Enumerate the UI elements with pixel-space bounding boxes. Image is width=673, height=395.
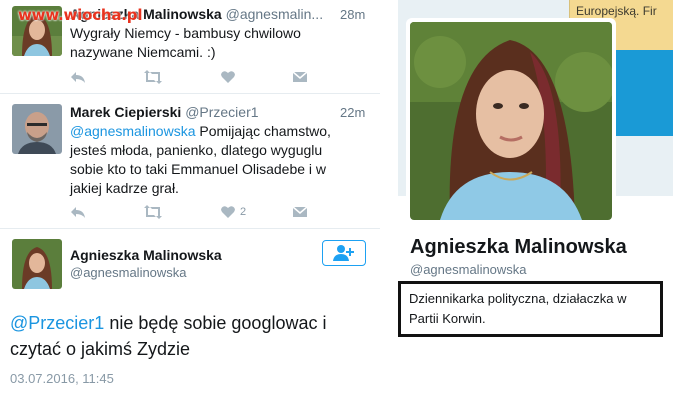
like-icon: [221, 71, 235, 83]
dm-button[interactable]: [292, 69, 308, 85]
tweet-header: Marek Ciepierski @Przecier1: [70, 104, 259, 120]
focused-tweet-text: @Przecier1 nie będę sobie googlowac i cz…: [10, 310, 326, 362]
tweet-text-line: @Przecier1 nie będę sobie googlowac i: [10, 310, 326, 336]
tweet-text: Wygrały Niemcy - bambusy chwilowo nazywa…: [70, 24, 301, 62]
tweet-text-line: @agnesmalinowska Pomijając chamstwo,: [70, 122, 331, 141]
tweet-actions: 2: [70, 204, 310, 220]
follow-icon: [333, 245, 354, 261]
tweet-time[interactable]: 22m: [340, 105, 365, 120]
follow-button[interactable]: [322, 240, 366, 266]
tweet-text: @agnesmalinowska Pomijając chamstwo, jes…: [70, 122, 331, 198]
reply-button[interactable]: [70, 204, 86, 220]
retweet-button[interactable]: [144, 204, 162, 220]
profile-bio: Dziennikarka polityczna, działaczka w Pa…: [398, 281, 663, 337]
watermark: www.wiocha.pl: [18, 6, 143, 24]
author-handle[interactable]: @agnesmalin...: [226, 6, 323, 22]
tweet-actions: [70, 69, 310, 85]
dm-icon: [292, 71, 308, 82]
avatar[interactable]: [12, 239, 62, 289]
tweet-text-span: Pomijając chamstwo,: [195, 123, 331, 139]
bio-line: Dziennikarka polityczna, działaczka w: [409, 291, 627, 306]
tweet-text-line: jesteś młoda, panienko, dlatego wyguglu: [70, 142, 323, 158]
author-handle[interactable]: @Przecier1: [185, 104, 258, 120]
like-button[interactable]: [220, 69, 236, 85]
reply-icon: [71, 72, 85, 83]
tweet-date[interactable]: 03.07.2016, 11:45: [10, 371, 114, 386]
profile-photo-frame: [406, 18, 616, 224]
profile-name[interactable]: Agnieszka Malinowska: [410, 236, 627, 259]
dm-icon: [292, 206, 308, 217]
profile-card: Europejską. Fir reklam. Agnieszka Malino…: [398, 0, 673, 395]
mention-link[interactable]: @agnesmalinowska: [70, 123, 196, 139]
profile-photo[interactable]: [410, 22, 612, 220]
tweet-text-line: nazywane Niemcami. :): [70, 44, 216, 60]
retweet-icon: [144, 205, 162, 219]
reply-button[interactable]: [70, 69, 86, 85]
tweet-time[interactable]: 28m: [340, 7, 365, 22]
tweet-2: Marek Ciepierski @Przecier1 22m @agnesma…: [0, 94, 380, 224]
avatar[interactable]: [12, 104, 62, 154]
retweet-button[interactable]: [144, 69, 162, 85]
bio-line: Partii Korwin.: [409, 311, 486, 326]
author-name[interactable]: Agnieszka Malinowska: [70, 247, 222, 263]
tweet-text-line: Wygrały Niemcy - bambusy chwilowo: [70, 25, 301, 41]
like-count: 2: [240, 206, 247, 218]
profile-handle[interactable]: @agnesmalinowska: [410, 262, 527, 277]
author-handle[interactable]: @agnesmalinowska: [70, 265, 187, 280]
tweet-text-line: sobie kto to taki Emmanuel Olisadebe i w: [70, 161, 327, 177]
retweet-icon: [144, 70, 162, 84]
tweet-text-line: czytać o jakimś Zydzie: [10, 339, 191, 359]
dm-button[interactable]: [292, 204, 308, 220]
tweet-thread: Agnieszka Malinowska @agnesmalin... 28m …: [0, 0, 380, 395]
tweet-text-span: nie będę sobie googlowac i: [104, 313, 327, 333]
tweet-text-line: jakiej kadrze grał.: [70, 180, 179, 196]
reply-icon: [71, 207, 85, 218]
like-button[interactable]: 2: [220, 204, 246, 220]
author-name[interactable]: Marek Ciepierski: [70, 104, 181, 120]
mention-link[interactable]: @Przecier1: [10, 313, 104, 333]
like-icon: [221, 206, 235, 218]
